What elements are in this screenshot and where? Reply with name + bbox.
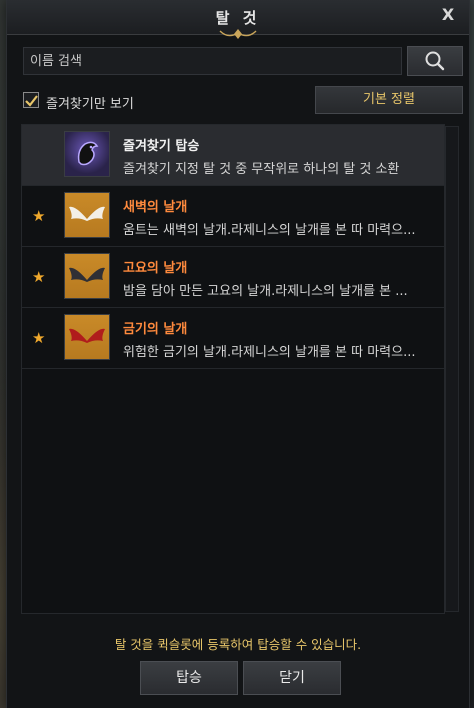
title-bar[interactable]: 탈 것 X	[7, 0, 469, 39]
list-item[interactable]: ★ 금기의 날개 위험한 금기의 날개.라제니스의 날개를 본 따 마력으...	[22, 308, 444, 369]
mount-window: 탈 것 X 즐겨찾기만 보기 기본 정렬 즐겨찾기 탑승 즐	[6, 0, 470, 708]
favorites-only-label: 즐겨찾기만 보기	[46, 97, 134, 112]
search-icon	[425, 51, 445, 71]
favorite-star-icon[interactable]: ★	[32, 269, 48, 285]
mount-list: 즐겨찾기 탑승 즐겨찾기 지정 탈 것 중 무작위로 하나의 탈 것 소환 ★ …	[21, 124, 445, 614]
list-item[interactable]: ★ 새벽의 날개 움트는 새벽의 날개.라제니스의 날개를 본 따 마력으...	[22, 186, 444, 247]
list-item[interactable]: 즐겨찾기 탑승 즐겨찾기 지정 탈 것 중 무작위로 하나의 탈 것 소환	[22, 125, 444, 186]
window-title: 탈 것	[215, 9, 261, 27]
mount-description: 위험한 금기의 날개.라제니스의 날개를 본 따 마력으...	[123, 345, 416, 360]
search-input[interactable]	[23, 47, 402, 75]
mount-name: 금기의 날개	[123, 322, 188, 337]
white-wings-icon	[64, 192, 110, 238]
list-item[interactable]: ★ 고요의 날개 밤을 담아 만든 고요의 날개.라제니스의 날개를 본 ...	[22, 247, 444, 308]
close-button[interactable]: 닫기	[243, 661, 341, 695]
mount-name: 고요의 날개	[123, 261, 188, 276]
search-button[interactable]	[407, 46, 463, 76]
mount-description: 움트는 새벽의 날개.라제니스의 날개를 본 따 마력으...	[123, 223, 416, 238]
sort-button[interactable]: 기본 정렬	[315, 86, 463, 114]
ride-button[interactable]: 탑승	[140, 661, 238, 695]
favorite-star-icon[interactable]: ★	[32, 330, 48, 346]
mount-description: 밤을 담아 만든 고요의 날개.라제니스의 날개를 본 ...	[123, 284, 408, 299]
mount-name: 즐겨찾기 탑승	[123, 139, 200, 154]
title-ornament-icon	[219, 29, 257, 39]
mount-name: 새벽의 날개	[123, 200, 188, 215]
footer-message: 탈 것을 퀵슬롯에 등록하여 탑승할 수 있습니다.	[114, 637, 362, 652]
favorites-only-checkbox[interactable]	[23, 92, 39, 108]
dark-wings-icon	[64, 253, 110, 299]
list-scrollbar[interactable]	[445, 126, 459, 612]
favorite-star-icon[interactable]: ★	[32, 208, 48, 224]
checkmark-icon	[25, 95, 38, 107]
mount-horse-emblem-icon	[64, 131, 110, 177]
red-wings-icon	[64, 314, 110, 360]
mount-description: 즐겨찾기 지정 탈 것 중 무작위로 하나의 탈 것 소환	[123, 162, 400, 177]
close-icon[interactable]: X	[439, 6, 457, 24]
